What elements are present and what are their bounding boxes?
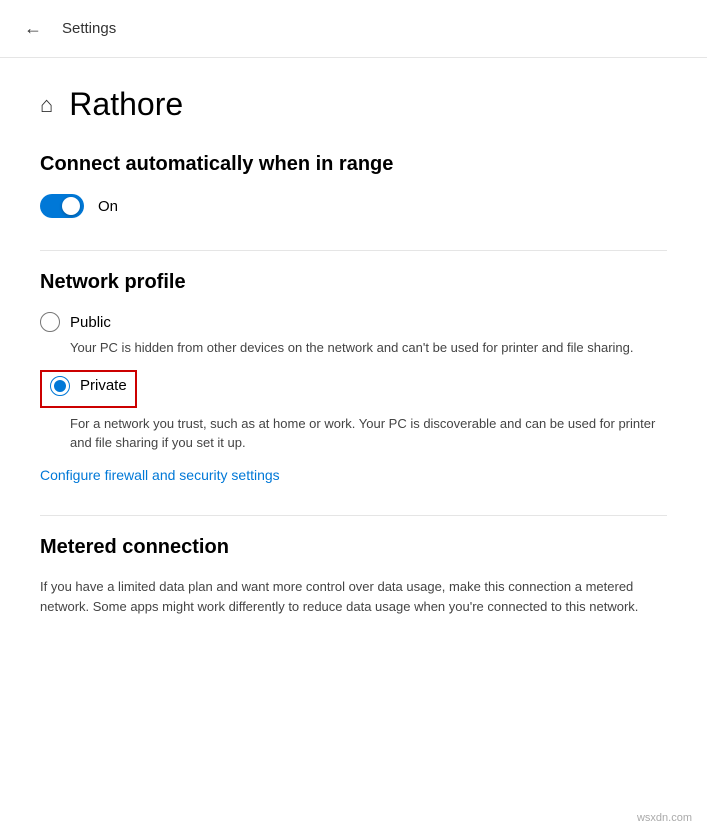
firewall-link[interactable]: Configure firewall and security settings <box>40 467 667 483</box>
metered-section: Metered connection If you have a limited… <box>40 536 667 619</box>
auto-connect-section: Connect automatically when in range On <box>40 153 667 218</box>
toggle-label: On <box>98 198 118 215</box>
home-icon: ⌂ <box>40 92 53 118</box>
toggle-track <box>40 194 84 218</box>
public-radio-row: Public <box>40 312 667 332</box>
private-radio-row: Private <box>50 376 127 396</box>
network-profile-title: Network profile <box>40 271 667 294</box>
auto-connect-toggle[interactable] <box>40 194 84 218</box>
auto-connect-title: Connect automatically when in range <box>40 153 667 176</box>
private-label: Private <box>80 377 127 394</box>
toggle-thumb <box>62 197 80 215</box>
private-highlight-box: Private <box>40 370 137 408</box>
title-bar: ← Settings <box>0 0 707 58</box>
toggle-row: On <box>40 194 667 218</box>
main-content: ⌂ Rathore Connect automatically when in … <box>0 58 707 690</box>
divider-2 <box>40 515 667 516</box>
private-description: For a network you trust, such as at home… <box>70 414 667 453</box>
private-radio[interactable] <box>50 376 70 396</box>
metered-description: If you have a limited data plan and want… <box>40 577 667 619</box>
back-button[interactable]: ← <box>20 14 46 43</box>
public-description: Your PC is hidden from other devices on … <box>70 338 667 358</box>
metered-title: Metered connection <box>40 536 667 559</box>
back-icon: ← <box>24 18 42 39</box>
watermark: wsxdn.com <box>632 810 697 826</box>
divider-1 <box>40 250 667 251</box>
private-option: Private For a network you trust, such as… <box>40 370 667 453</box>
network-profile-section: Network profile Public Your PC is hidden… <box>40 271 667 483</box>
title-bar-label: Settings <box>62 20 116 37</box>
public-radio[interactable] <box>40 312 60 332</box>
network-header: ⌂ Rathore <box>40 86 667 123</box>
network-name: Rathore <box>69 86 183 123</box>
public-option: Public Your PC is hidden from other devi… <box>40 312 667 358</box>
public-label: Public <box>70 314 111 331</box>
